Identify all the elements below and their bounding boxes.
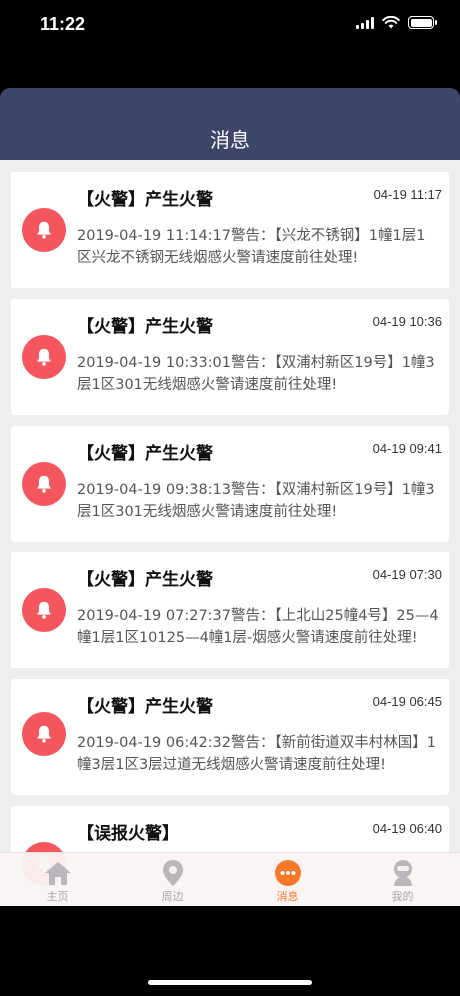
message-body: 2019-04-19 10:33:01警告：【双浦村新区19号】1幢3层1区30…	[77, 355, 435, 393]
profile-icon	[389, 859, 417, 887]
tab-label: 周边	[161, 890, 184, 903]
bell-icon	[22, 712, 66, 756]
home-icon	[44, 859, 72, 887]
message-title: 【火警】产生火警	[77, 444, 213, 464]
tab-profile[interactable]: 我的	[345, 853, 460, 906]
status-time: 11:22	[40, 14, 86, 34]
bell-icon	[22, 588, 66, 632]
message-card[interactable]: 【火警】产生火警 04-19 09:41 2019-04-19 09:38:13…	[11, 426, 449, 542]
status-icons	[356, 16, 437, 29]
page-title: 消息	[210, 128, 250, 152]
tab-label: 消息	[276, 890, 299, 903]
message-title: 【火警】产生火警	[77, 317, 213, 337]
message-time: 04-19 07:30	[372, 567, 442, 582]
message-body: 2019-04-19 07:27:37警告：【上北山25幢4号】25—4幢1层1…	[77, 608, 439, 646]
tab-home[interactable]: 主页	[0, 853, 115, 906]
message-card[interactable]: 【火警】产生火警 04-19 11:17 2019-04-19 11:14:17…	[11, 172, 449, 288]
home-indicator[interactable]	[148, 980, 312, 985]
message-card[interactable]: 【火警】产生火警 04-19 07:30 2019-04-19 07:27:37…	[11, 552, 449, 668]
message-icon	[274, 859, 302, 887]
cellular-signal-icon	[356, 16, 374, 29]
message-card[interactable]: 【火警】产生火警 04-19 10:36 2019-04-19 10:33:01…	[11, 299, 449, 415]
wifi-icon	[382, 16, 400, 29]
message-time: 04-19 06:45	[372, 694, 442, 709]
message-time: 04-19 11:17	[373, 187, 442, 202]
message-time: 04-19 10:36	[372, 314, 442, 329]
tab-label: 主页	[46, 890, 69, 903]
tab-nearby[interactable]: 周边	[115, 853, 230, 906]
message-time: 04-19 06:40	[372, 821, 442, 836]
location-pin-icon	[159, 859, 187, 887]
tab-label: 我的	[391, 890, 414, 903]
bell-icon	[22, 208, 66, 252]
nav-header: 消息	[0, 88, 460, 160]
message-body: 2019-04-19 06:42:32警告：【新前街道双丰村林国】1幢3层1区3…	[77, 735, 436, 773]
status-bar: 11:22	[0, 0, 460, 50]
tab-bar: 主页 周边 消息 我的	[0, 852, 460, 906]
message-list[interactable]: 【火警】产生火警 04-19 11:17 2019-04-19 11:14:17…	[0, 160, 460, 906]
message-time: 04-19 09:41	[372, 441, 442, 456]
message-body: 2019-04-19 11:14:17警告：【兴龙不锈钢】1幢1层1区兴龙不锈钢…	[77, 228, 426, 266]
message-title: 【火警】产生火警	[77, 570, 213, 590]
bell-icon	[22, 462, 66, 506]
bell-icon	[22, 335, 66, 379]
message-title: 【误报火警】	[77, 824, 179, 844]
message-title: 【火警】产生火警	[77, 697, 213, 717]
message-card[interactable]: 【火警】产生火警 04-19 06:45 2019-04-19 06:42:32…	[11, 679, 449, 795]
battery-icon	[408, 16, 437, 29]
message-body: 2019-04-19 09:38:13警告：【双浦村新区19号】1幢3层1区30…	[77, 482, 435, 520]
tab-messages[interactable]: 消息	[230, 853, 345, 906]
message-title: 【火警】产生火警	[77, 190, 213, 210]
